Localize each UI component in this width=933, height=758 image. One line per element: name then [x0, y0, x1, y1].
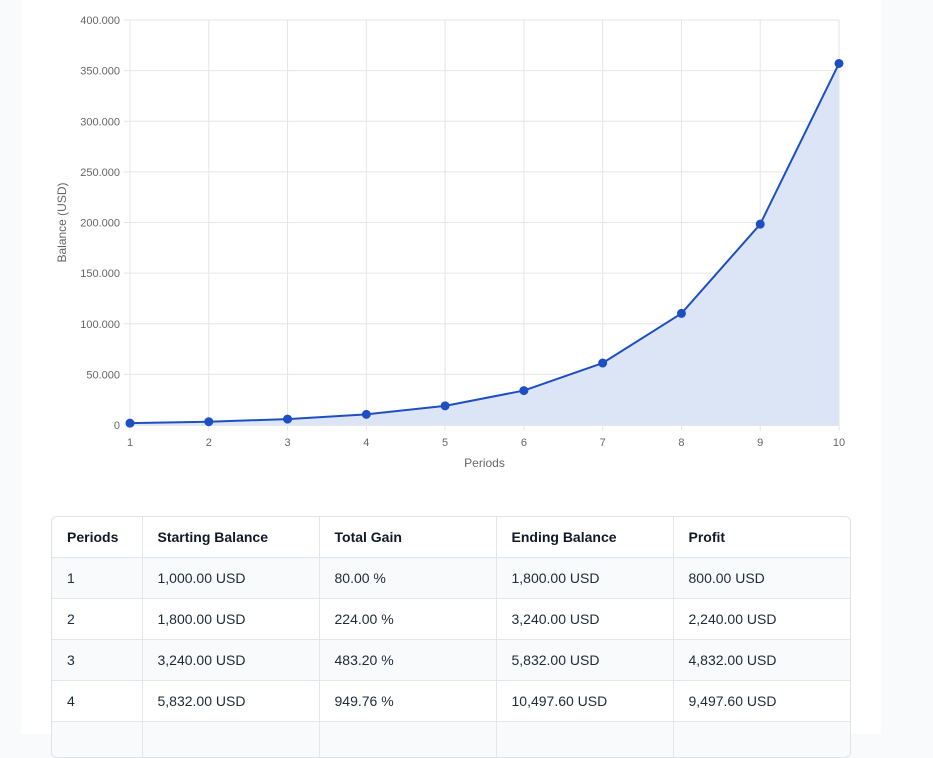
y-tick-label: 400.000 [80, 15, 120, 27]
x-tick-label: 8 [678, 437, 684, 449]
y-tick-label: 350.000 [80, 66, 120, 78]
x-tick-label: 10 [833, 437, 845, 449]
table-row: 1 1,000.00 USD 80.00 % 1,800.00 USD 800.… [52, 558, 850, 599]
table-row: 2 1,800.00 USD 224.00 % 3,240.00 USD 2,2… [52, 599, 850, 640]
cell-total-gain: 483.20 % [319, 640, 496, 681]
x-tick-label: 7 [600, 437, 606, 449]
cell-empty [142, 722, 319, 758]
table-header-row: Periods Starting Balance Total Gain Endi… [52, 517, 850, 558]
cell-empty [319, 722, 496, 758]
cell-period: 2 [52, 599, 142, 640]
table-row [52, 722, 850, 758]
cell-starting-balance: 1,800.00 USD [142, 599, 319, 640]
data-point [284, 415, 292, 423]
data-point [756, 220, 764, 228]
table-row: 4 5,832.00 USD 949.76 % 10,497.60 USD 9,… [52, 681, 850, 722]
cell-empty [52, 722, 142, 758]
data-point [599, 359, 607, 367]
x-axis-title: Periods [464, 456, 505, 470]
x-tick-label: 3 [284, 437, 290, 449]
cell-ending-balance: 5,832.00 USD [496, 640, 673, 681]
y-tick-label: 0 [114, 420, 120, 432]
cell-period: 1 [52, 558, 142, 599]
cell-ending-balance: 10,497.60 USD [496, 681, 673, 722]
x-tick-label: 2 [206, 437, 212, 449]
data-point [835, 59, 843, 67]
y-tick-label: 300.000 [80, 116, 120, 128]
x-tick-label: 9 [757, 437, 763, 449]
cell-total-gain: 949.76 % [319, 681, 496, 722]
col-header-ending-balance: Ending Balance [496, 517, 673, 558]
data-point [205, 418, 213, 426]
y-tick-label: 200.000 [80, 218, 120, 230]
col-header-starting-balance: Starting Balance [142, 517, 319, 558]
cell-starting-balance: 1,000.00 USD [142, 558, 319, 599]
y-tick-label: 100.000 [80, 319, 120, 331]
col-header-total-gain: Total Gain [319, 517, 496, 558]
cell-starting-balance: 5,832.00 USD [142, 681, 319, 722]
data-point [362, 410, 370, 418]
cell-ending-balance: 1,800.00 USD [496, 558, 673, 599]
data-point [520, 387, 528, 395]
cell-profit: 2,240.00 USD [673, 599, 850, 640]
cell-empty [673, 722, 850, 758]
periods-table: Periods Starting Balance Total Gain Endi… [51, 516, 851, 758]
cell-profit: 4,832.00 USD [673, 640, 850, 681]
data-point [126, 419, 134, 427]
x-tick-label: 6 [521, 437, 527, 449]
cell-starting-balance: 3,240.00 USD [142, 640, 319, 681]
col-header-periods: Periods [52, 517, 142, 558]
data-point [677, 309, 685, 317]
y-axis-title: Balance (USD) [55, 182, 69, 262]
y-tick-label: 250.000 [80, 167, 120, 179]
y-tick-label: 150.000 [80, 268, 120, 280]
col-header-profit: Profit [673, 517, 850, 558]
cell-total-gain: 80.00 % [319, 558, 496, 599]
cell-period: 3 [52, 640, 142, 681]
cell-period: 4 [52, 681, 142, 722]
data-point [441, 402, 449, 410]
table-row: 3 3,240.00 USD 483.20 % 5,832.00 USD 4,8… [52, 640, 850, 681]
x-tick-label: 5 [442, 437, 448, 449]
cell-ending-balance: 3,240.00 USD [496, 599, 673, 640]
cell-total-gain: 224.00 % [319, 599, 496, 640]
balance-line-chart: 0 50.000 100.000 150.000 200.000 250.000 300.0… [0, 0, 933, 490]
cell-empty [496, 722, 673, 758]
x-tick-label: 4 [363, 437, 369, 449]
series-area-fill [130, 63, 839, 425]
cell-profit: 9,497.60 USD [673, 681, 850, 722]
cell-profit: 800.00 USD [673, 558, 850, 599]
x-tick-label: 1 [127, 437, 133, 449]
y-tick-label: 50.000 [86, 369, 120, 381]
